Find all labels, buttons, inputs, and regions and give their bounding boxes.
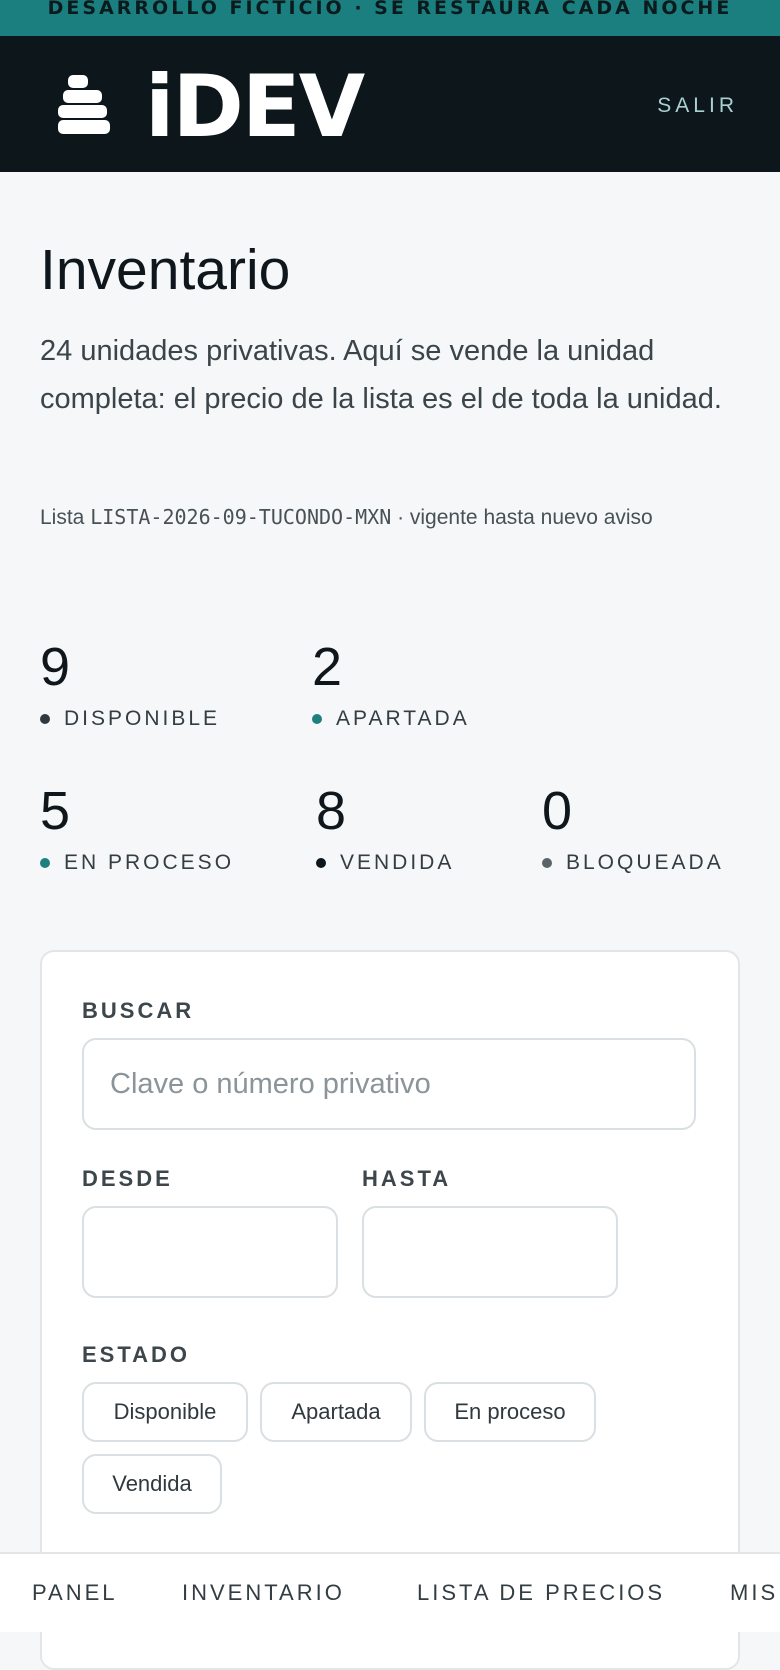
- price-list-prefix: Lista: [40, 506, 91, 529]
- status-label: ESTADO: [82, 1342, 191, 1367]
- stacked-bars-logo-icon: [58, 75, 112, 135]
- status-dot-icon: [312, 714, 322, 724]
- page-subtitle: 24 unidades privativas. Aquí se vende la…: [40, 335, 722, 415]
- nav-item-panel[interactable]: PANEL: [32, 1580, 118, 1606]
- price-list-info: Lista LISTA-2026-09-TUCONDO-MXN · vigent…: [40, 502, 740, 533]
- logout-button[interactable]: SALIR: [657, 94, 738, 118]
- stat-value: 0: [542, 781, 573, 841]
- stat-label: EN PROCESO: [64, 851, 235, 874]
- stat-value: 5: [40, 781, 71, 841]
- to-input[interactable]: [362, 1206, 618, 1298]
- environment-banner: DESARROLLO FICTICIO · SE RESTAURA CADA N…: [0, 0, 780, 36]
- status-dot-icon: [40, 714, 50, 724]
- status-chip-en-proceso[interactable]: En proceso: [424, 1382, 596, 1442]
- stat-label: VENDIDA: [340, 851, 455, 874]
- status-dot-icon: [316, 858, 326, 868]
- stat-vendida: 8 VENDIDA: [316, 781, 454, 875]
- stat-disponible: 9 DISPONIBLE: [40, 637, 220, 731]
- stat-en-proceso: 5 EN PROCESO: [40, 781, 234, 875]
- stat-value: 9: [40, 637, 71, 697]
- stat-value: 2: [312, 637, 343, 697]
- search-input[interactable]: Clave o número privativo: [82, 1038, 696, 1130]
- stat-apartada: 2 APARTADA: [312, 637, 470, 731]
- stat-label: DISPONIBLE: [64, 707, 221, 730]
- stat-bloqueada: 0 BLOQUEADA: [542, 781, 724, 875]
- status-chip-vendida[interactable]: Vendida: [82, 1454, 222, 1514]
- price-list-code: LISTA-2026-09-TUCONDO-MXN: [90, 505, 392, 529]
- brand-logo-text[interactable]: iDEV: [145, 62, 365, 152]
- bottom-navigation: PANEL INVENTARIO LISTA DE PRECIOS MIS: [0, 1552, 780, 1632]
- status-dot-icon: [542, 858, 552, 868]
- stat-label: BLOQUEADA: [566, 851, 724, 874]
- environment-banner-text: DESARROLLO FICTICIO · SE RESTAURA CADA N…: [47, 0, 733, 19]
- status-chip-apartada[interactable]: Apartada: [260, 1382, 412, 1442]
- status-chip-disponible[interactable]: Disponible: [82, 1382, 248, 1442]
- from-input[interactable]: [82, 1206, 338, 1298]
- nav-item-inventario[interactable]: INVENTARIO: [182, 1580, 345, 1606]
- price-list-validity: · vigente hasta nuevo aviso: [391, 506, 653, 529]
- page-title: Inventario: [40, 238, 291, 302]
- stat-label: APARTADA: [336, 707, 470, 730]
- to-label: HASTA: [362, 1166, 452, 1191]
- top-navbar: iDEV SALIR: [0, 36, 780, 172]
- from-label: DESDE: [82, 1166, 173, 1191]
- stat-value: 8: [316, 781, 347, 841]
- search-label: BUSCAR: [82, 998, 195, 1023]
- status-dot-icon: [40, 858, 50, 868]
- nav-item-lista-de-precios[interactable]: LISTA DE PRECIOS: [417, 1580, 665, 1606]
- nav-item-mis[interactable]: MIS: [730, 1580, 778, 1606]
